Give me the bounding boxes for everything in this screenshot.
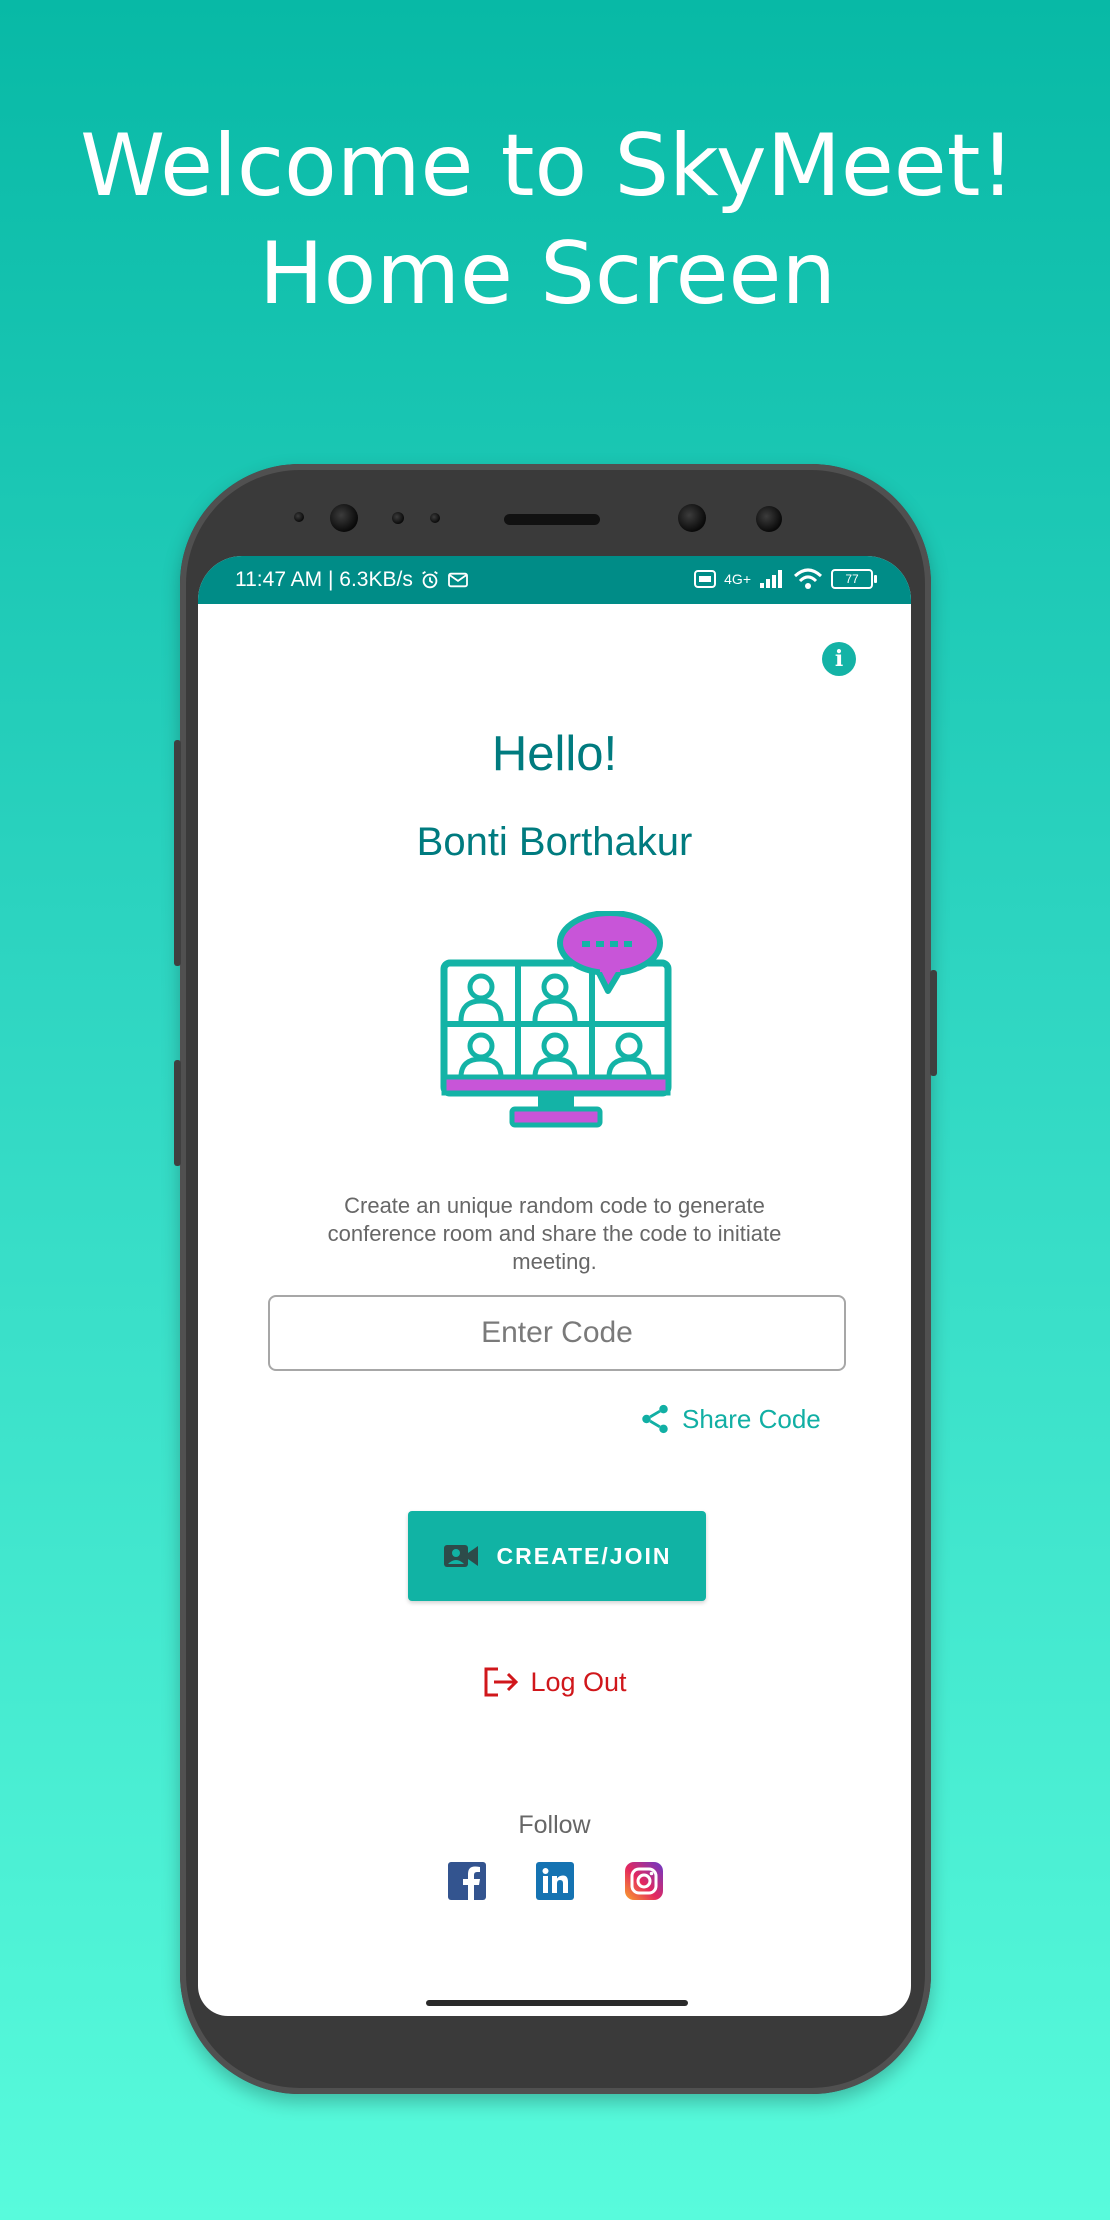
earpiece (504, 514, 600, 525)
share-icon (642, 1404, 668, 1434)
info-icon: i (834, 646, 844, 672)
volte-icon (694, 570, 717, 588)
facebook-icon[interactable] (448, 1862, 486, 1900)
promo-title-line1: Welcome to SkyMeet! (80, 116, 1015, 216)
network-type: 4G+ (724, 571, 751, 587)
phone-frame: 11:47 AM | 6.3KB/s 4G+ 77 i Hello! Bonti… (174, 464, 937, 2094)
proximity-sensor-icon (392, 512, 404, 524)
logout-label: Log Out (530, 1666, 627, 1697)
power-button (930, 970, 937, 1076)
front-camera-icon (330, 504, 358, 532)
signal-icon (760, 570, 782, 588)
greeting: Hello! (491, 727, 618, 781)
username: Bonti Borthakur (416, 820, 693, 864)
status-left: 11:47 AM | 6.3KB/s (235, 568, 469, 592)
description-text: Create an unique random code to generate… (327, 1193, 782, 1274)
code-input[interactable] (268, 1295, 846, 1371)
light-sensor-icon (430, 513, 440, 523)
share-code-button[interactable]: Share Code (638, 1402, 821, 1436)
wifi-icon (793, 568, 823, 589)
status-time: 11:47 AM | 6.3KB/s (235, 568, 413, 591)
front-sensor-icon (294, 512, 304, 522)
linkedin-icon[interactable] (536, 1862, 574, 1900)
battery-level: 77 (845, 572, 859, 586)
instagram-icon[interactable] (625, 1862, 663, 1900)
front-camera-2-icon (678, 504, 706, 532)
follow-label: Follow (518, 1811, 591, 1839)
app-screen: 11:47 AM | 6.3KB/s 4G+ 77 i Hello! Bonti… (198, 556, 911, 2016)
create-join-button[interactable]: CREATE/JOIN (408, 1511, 706, 1601)
front-camera-3-icon (756, 506, 782, 532)
volume-down-button (174, 1060, 181, 1166)
info-button[interactable]: i (822, 642, 856, 676)
promo-title-line2: Home Screen (259, 224, 836, 324)
alarm-icon (422, 570, 438, 589)
status-bar: 11:47 AM | 6.3KB/s 4G+ 77 (198, 556, 911, 604)
volume-up-button (174, 740, 181, 966)
video-conference-icon (440, 911, 672, 1128)
share-code-label: Share Code (682, 1403, 821, 1434)
logout-icon (484, 1667, 519, 1697)
logout-button[interactable]: Log Out (198, 1666, 911, 1698)
video-camera-icon (443, 1545, 478, 1567)
battery-indicator: 77 (831, 569, 877, 589)
status-right: 4G+ 77 (694, 568, 877, 590)
message-icon (447, 572, 468, 588)
home-indicator[interactable] (426, 2000, 688, 2006)
promo-title: Welcome to SkyMeet! Home Screen (0, 112, 1095, 328)
create-join-label: CREATE/JOIN (496, 1542, 672, 1569)
